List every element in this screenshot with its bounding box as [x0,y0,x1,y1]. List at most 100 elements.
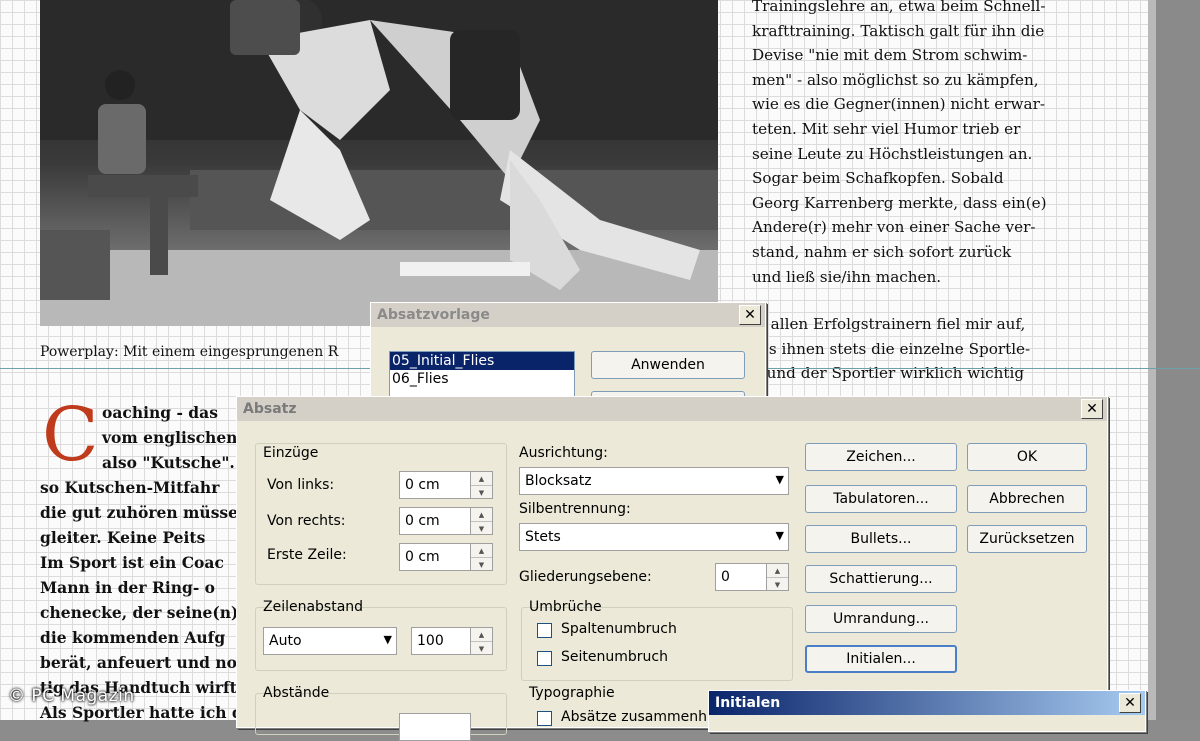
umbrueche-label: Umbrüche [529,599,602,615]
spin-down-icon[interactable]: ▼ [471,558,492,571]
text-line: Georg Karrenberg merkte, dass ein(e) [752,193,1047,212]
schattierung-button[interactable]: Schattierung... [805,565,957,593]
von-links-spinner[interactable]: ▲ ▼ [471,471,493,499]
spaltenumbruch-checkbox[interactable] [537,623,552,638]
abstaende-label: Abstände [263,685,330,701]
text-line: n und der Sportler wirklich wichtig [752,364,1025,383]
text-line: die gut zuhören müsse [40,503,239,522]
spin-down-icon[interactable]: ▼ [471,522,492,535]
ausrichtung-select[interactable]: Blocksatz ▼ [519,467,789,495]
spin-down-icon[interactable]: ▼ [471,642,492,655]
von-links-label: Von links: [267,477,335,493]
zeilenabstand-value-input[interactable]: 100 [411,627,471,655]
absatzvorlage-title: Absatzvorlage [377,307,490,323]
style-list-item[interactable]: 06_Flies [390,370,574,388]
text-line: Sogar beim Schafkopfen. Sobald [752,169,1004,188]
von-links-input[interactable]: 0 cm [399,471,471,499]
text-line: Im Sport ist ein Coac [40,553,224,572]
seitenumbruch-label[interactable]: Seitenumbruch [561,649,668,665]
text-line: oaching - das [102,403,218,422]
von-rechts-spinner[interactable]: ▲ ▼ [471,507,493,535]
chevron-down-icon[interactable]: ▼ [776,529,784,542]
text-line: Trainingslehre an, etwa beim Schnell- [752,0,1046,15]
erste-zeile-label: Erste Zeile: [267,547,347,563]
silbentrennung-select[interactable]: Stets ▼ [519,523,789,551]
close-icon[interactable]: ✕ [1081,399,1103,419]
text-line: wie es die Gegner(innen) nicht erwar- [752,95,1045,114]
spin-up-icon[interactable]: ▲ [767,564,788,578]
typographie-label: Typographie [529,685,615,701]
initialen-button[interactable]: Initialen... [805,645,957,673]
initialen-titlebar: Initialen ✕ [709,691,1145,715]
text-line: Devise "nie mit dem Strom schwim- [752,46,1028,65]
absaetze-label[interactable]: Absätze zusammenh [561,709,707,725]
silbentrennung-label: Silbentrennung: [519,501,631,517]
left-text-column: oaching - das vom englischen also "Kutsche… [40,400,243,725]
erste-zeile-input[interactable]: 0 cm [399,543,471,571]
page-edge [1148,0,1156,720]
absaetze-checkbox[interactable] [537,711,552,726]
umbrueche-group [521,607,793,681]
gliederungsebene-spinner[interactable]: ▲ ▼ [767,563,789,591]
photo-caption: Powerplay: Mit einem eingesprungenen R [40,344,339,360]
chevron-down-icon[interactable]: ▼ [384,633,392,646]
erste-zeile-spinner[interactable]: ▲ ▼ [471,543,493,571]
text-line: die kommenden Aufg [40,628,226,647]
gliederungsebene-label: Gliederungsebene: [519,569,652,585]
right-text-column: Trainingslehre an, etwa beim Schnell-kra… [752,0,1064,289]
text-line: gleiter. Keine Peits [40,528,206,547]
watermark-text: © PC Magazin [8,686,135,706]
abbrechen-button[interactable]: Abbrechen [967,485,1087,513]
right-text-column-continued: ei allen Erfolgstrainern fiel mir auf, as… [752,312,1064,386]
absatzvorlage-titlebar: Absatzvorlage ✕ [371,303,765,327]
initialen-dialog: Initialen ✕ [708,690,1146,732]
silbentrennung-value: Stets [525,529,561,545]
absatz-dialog: Absatz ✕ Einzüge Von links: 0 cm ▲ ▼ Von … [236,396,1108,741]
absatz-title: Absatz [243,401,297,417]
close-icon[interactable]: ✕ [739,305,761,325]
text-line: vom englischen [102,428,238,447]
text-line: krafttraining. Taktisch galt für ihn die [752,21,1045,40]
text-line: chenecke, der seine(n) [40,603,239,622]
text-line: ei allen Erfolgstrainern fiel mir auf, [752,315,1026,333]
apply-button[interactable]: Anwenden [591,351,745,379]
gliederungsebene-input[interactable]: 0 [715,563,767,591]
spin-up-icon[interactable]: ▲ [471,544,492,558]
seitenumbruch-checkbox[interactable] [537,651,552,666]
text-line: Andere(r) mehr von einer Sache ver- [752,218,1036,237]
tabulatoren-button[interactable]: Tabulatoren... [805,485,957,513]
close-icon[interactable]: ✕ [1119,693,1141,713]
ausrichtung-label: Ausrichtung: [519,445,608,461]
bullets-button[interactable]: Bullets... [805,525,957,553]
text-line: Mann in der Ring- o [40,578,215,597]
ok-button[interactable]: OK [967,443,1087,471]
spaltenumbruch-label[interactable]: Spaltenumbruch [561,621,677,637]
zeichen-button[interactable]: Zeichen... [805,443,957,471]
text-line: und ließ sie/ihn machen. [752,267,942,286]
zeilenabstand-mode-select[interactable]: Auto ▼ [263,627,397,655]
spin-up-icon[interactable]: ▲ [471,472,492,486]
von-rechts-input[interactable]: 0 cm [399,507,471,535]
spin-down-icon[interactable]: ▼ [471,486,492,499]
spin-up-icon[interactable]: ▲ [471,508,492,522]
spin-up-icon[interactable]: ▲ [471,628,492,642]
zeilenabstand-spinner[interactable]: ▲ ▼ [471,627,493,655]
taekwondo-photo [40,0,718,326]
text-line: ass ihnen stets die einzelne Sportle- [752,339,1031,358]
einzuege-label: Einzüge [263,445,319,461]
chevron-down-icon[interactable]: ▼ [776,473,784,486]
spin-down-icon[interactable]: ▼ [767,578,788,591]
absatz-titlebar: Absatz ✕ [237,397,1107,421]
text-line: stand, nahm er sich sofort zurück [752,242,1012,261]
zuruecksetzen-button[interactable]: Zurücksetzen [967,525,1087,553]
text-line: also "Kutsche". [102,453,235,472]
text-line: men" - also möglichst so zu kämpfen, [752,70,1039,89]
style-list-item[interactable]: 05_Initial_Flies [390,352,574,370]
ausrichtung-value: Blocksatz [525,473,592,489]
umrandung-button[interactable]: Umrandung... [805,605,957,633]
text-line: teten. Mit sehr viel Humor trieb er [752,119,1021,138]
abstaende-input[interactable] [399,713,471,741]
von-rechts-label: Von rechts: [267,513,346,529]
zeilenabstand-mode-value: Auto [269,633,302,649]
text-line: seine Leute zu Höchstleistungen an. [752,144,1033,163]
